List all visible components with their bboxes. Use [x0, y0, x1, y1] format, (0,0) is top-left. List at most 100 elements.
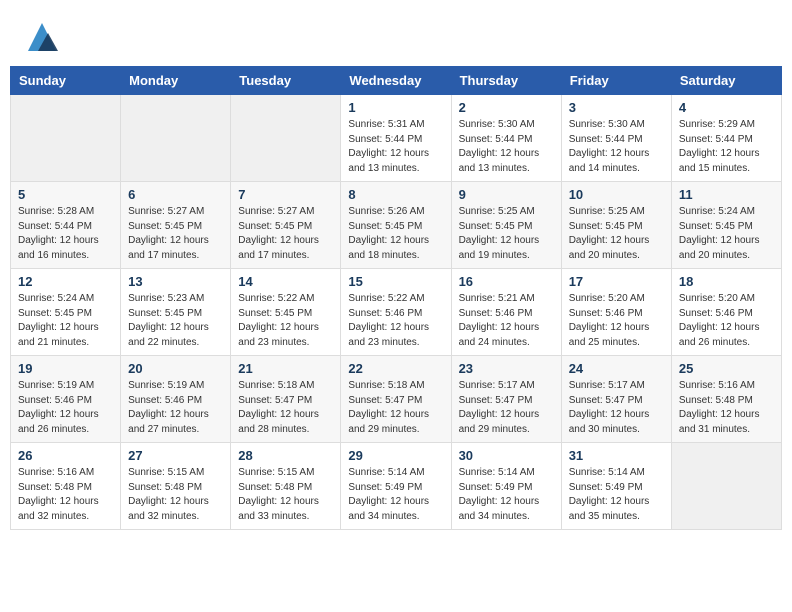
calendar-cell: 30Sunrise: 5:14 AM Sunset: 5:49 PM Dayli…	[451, 443, 561, 530]
calendar-cell: 19 Sunrise: 5:19 AM Sunset: 5:46 PM Dayli…	[11, 356, 121, 443]
day-number: 11	[679, 187, 774, 202]
day-number: 8	[348, 187, 443, 202]
day-number: 1	[348, 100, 443, 115]
weekday-header-wednesday: Wednesday	[341, 67, 451, 95]
day-number: 27	[128, 448, 223, 463]
day-info: Sunrise: 5:22 AM Sunset: 5:45 PM Dayligh…	[238, 292, 333, 350]
day-info: Sunrise: 5:15 AM Sunset: 5:48 PM Dayligh…	[128, 466, 223, 524]
logo	[20, 15, 72, 51]
day-info: Sunrise: 5:27 AM Sunset: 5:45 PM Dayligh…	[238, 205, 333, 263]
calendar-cell: 4Sunrise: 5:29 AM Sunset: 5:44 PM Daylig…	[671, 95, 781, 182]
day-info: Sunrise: 5:14 AM Sunset: 5:49 PM Dayligh…	[569, 466, 664, 524]
day-info: Sunrise: 5:17 AM Sunset: 5:47 PM Dayligh…	[569, 379, 664, 437]
logo-icon	[20, 15, 64, 51]
calendar-cell: 27 Sunrise: 5:15 AM Sunset: 5:48 PM Dayli…	[121, 443, 231, 530]
day-number: 4	[679, 100, 774, 115]
calendar-cell	[231, 95, 341, 182]
calendar-cell: 22Sunrise: 5:18 AM Sunset: 5:47 PM Dayli…	[341, 356, 451, 443]
calendar-week-row: 5 Sunrise: 5:28 AM Sunset: 5:44 PM Daylig…	[11, 182, 782, 269]
calendar-cell: 6Sunrise: 5:27 AM Sunset: 5:45 PM Daylig…	[121, 182, 231, 269]
day-info: Sunrise: 5:19 AM Sunset: 5:46 PM Dayligh…	[128, 379, 223, 437]
day-info: Sunrise: 5:26 AM Sunset: 5:45 PM Dayligh…	[348, 205, 443, 263]
day-number: 29	[348, 448, 443, 463]
day-info: Sunrise: 5:21 AM Sunset: 5:46 PM Dayligh…	[459, 292, 554, 350]
calendar-cell: 16 Sunrise: 5:21 AM Sunset: 5:46 PM Dayli…	[451, 269, 561, 356]
day-info: Sunrise: 5:28 AM Sunset: 5:44 PM Dayligh…	[18, 205, 113, 263]
calendar-cell: 5 Sunrise: 5:28 AM Sunset: 5:44 PM Daylig…	[11, 182, 121, 269]
calendar-cell	[671, 443, 781, 530]
day-number: 16	[459, 274, 554, 289]
day-number: 20	[128, 361, 223, 376]
day-number: 7	[238, 187, 333, 202]
calendar-cell: 8 Sunrise: 5:26 AM Sunset: 5:45 PM Daylig…	[341, 182, 451, 269]
calendar-cell: 20 Sunrise: 5:19 AM Sunset: 5:46 PM Dayli…	[121, 356, 231, 443]
calendar-week-row: 1 Sunrise: 5:31 AM Sunset: 5:44 PM Daylig…	[11, 95, 782, 182]
calendar-week-row: 26 Sunrise: 5:16 AM Sunset: 5:48 PM Dayli…	[11, 443, 782, 530]
day-number: 28	[238, 448, 333, 463]
day-info: Sunrise: 5:20 AM Sunset: 5:46 PM Dayligh…	[679, 292, 774, 350]
calendar-cell: 29 Sunrise: 5:14 AM Sunset: 5:49 PM Dayli…	[341, 443, 451, 530]
day-number: 15	[348, 274, 443, 289]
calendar-cell: 3 Sunrise: 5:30 AM Sunset: 5:44 PM Daylig…	[561, 95, 671, 182]
day-info: Sunrise: 5:19 AM Sunset: 5:46 PM Dayligh…	[18, 379, 113, 437]
calendar-cell: 17 Sunrise: 5:20 AM Sunset: 5:46 PM Dayli…	[561, 269, 671, 356]
day-number: 26	[18, 448, 113, 463]
calendar-cell: 9 Sunrise: 5:25 AM Sunset: 5:45 PM Daylig…	[451, 182, 561, 269]
weekday-header-friday: Friday	[561, 67, 671, 95]
calendar-cell: 24 Sunrise: 5:17 AM Sunset: 5:47 PM Dayli…	[561, 356, 671, 443]
calendar-cell: 12 Sunrise: 5:24 AM Sunset: 5:45 PM Dayli…	[11, 269, 121, 356]
day-info: Sunrise: 5:24 AM Sunset: 5:45 PM Dayligh…	[679, 205, 774, 263]
calendar-cell: 14 Sunrise: 5:22 AM Sunset: 5:45 PM Dayli…	[231, 269, 341, 356]
day-info: Sunrise: 5:14 AM Sunset: 5:49 PM Dayligh…	[348, 466, 443, 524]
day-info: Sunrise: 5:30 AM Sunset: 5:44 PM Dayligh…	[459, 118, 554, 176]
day-info: Sunrise: 5:27 AM Sunset: 5:45 PM Dayligh…	[128, 205, 223, 263]
calendar-cell: 11 Sunrise: 5:24 AM Sunset: 5:45 PM Dayli…	[671, 182, 781, 269]
calendar-cell	[11, 95, 121, 182]
weekday-header-saturday: Saturday	[671, 67, 781, 95]
weekday-header-tuesday: Tuesday	[231, 67, 341, 95]
day-info: Sunrise: 5:25 AM Sunset: 5:45 PM Dayligh…	[569, 205, 664, 263]
day-number: 14	[238, 274, 333, 289]
day-info: Sunrise: 5:15 AM Sunset: 5:48 PM Dayligh…	[238, 466, 333, 524]
day-info: Sunrise: 5:16 AM Sunset: 5:48 PM Dayligh…	[18, 466, 113, 524]
day-number: 22	[348, 361, 443, 376]
day-info: Sunrise: 5:31 AM Sunset: 5:44 PM Dayligh…	[348, 118, 443, 176]
calendar-cell: 13 Sunrise: 5:23 AM Sunset: 5:45 PM Dayli…	[121, 269, 231, 356]
day-number: 3	[569, 100, 664, 115]
day-number: 5	[18, 187, 113, 202]
day-info: Sunrise: 5:30 AM Sunset: 5:44 PM Dayligh…	[569, 118, 664, 176]
calendar-cell: 15Sunrise: 5:22 AM Sunset: 5:46 PM Dayli…	[341, 269, 451, 356]
day-info: Sunrise: 5:17 AM Sunset: 5:47 PM Dayligh…	[459, 379, 554, 437]
calendar-cell: 2 Sunrise: 5:30 AM Sunset: 5:44 PM Daylig…	[451, 95, 561, 182]
day-info: Sunrise: 5:24 AM Sunset: 5:45 PM Dayligh…	[18, 292, 113, 350]
day-info: Sunrise: 5:20 AM Sunset: 5:46 PM Dayligh…	[569, 292, 664, 350]
calendar-cell: 25 Sunrise: 5:16 AM Sunset: 5:48 PM Dayli…	[671, 356, 781, 443]
calendar-cell: 31Sunrise: 5:14 AM Sunset: 5:49 PM Dayli…	[561, 443, 671, 530]
day-info: Sunrise: 5:16 AM Sunset: 5:48 PM Dayligh…	[679, 379, 774, 437]
day-info: Sunrise: 5:23 AM Sunset: 5:45 PM Dayligh…	[128, 292, 223, 350]
day-number: 25	[679, 361, 774, 376]
day-number: 2	[459, 100, 554, 115]
day-number: 24	[569, 361, 664, 376]
weekday-header-monday: Monday	[121, 67, 231, 95]
day-number: 30	[459, 448, 554, 463]
day-number: 17	[569, 274, 664, 289]
calendar-cell: 7 Sunrise: 5:27 AM Sunset: 5:45 PM Daylig…	[231, 182, 341, 269]
calendar-week-row: 12 Sunrise: 5:24 AM Sunset: 5:45 PM Dayli…	[11, 269, 782, 356]
day-number: 19	[18, 361, 113, 376]
calendar-cell: 10 Sunrise: 5:25 AM Sunset: 5:45 PM Dayli…	[561, 182, 671, 269]
day-number: 18	[679, 274, 774, 289]
day-info: Sunrise: 5:25 AM Sunset: 5:45 PM Dayligh…	[459, 205, 554, 263]
day-info: Sunrise: 5:18 AM Sunset: 5:47 PM Dayligh…	[238, 379, 333, 437]
calendar-cell: 28 Sunrise: 5:15 AM Sunset: 5:48 PM Dayli…	[231, 443, 341, 530]
day-number: 21	[238, 361, 333, 376]
day-number: 13	[128, 274, 223, 289]
weekday-header-row: SundayMondayTuesdayWednesdayThursdayFrid…	[11, 67, 782, 95]
calendar-cell: 18 Sunrise: 5:20 AM Sunset: 5:46 PM Dayli…	[671, 269, 781, 356]
calendar-cell: 26 Sunrise: 5:16 AM Sunset: 5:48 PM Dayli…	[11, 443, 121, 530]
day-number: 12	[18, 274, 113, 289]
day-number: 10	[569, 187, 664, 202]
calendar-table: SundayMondayTuesdayWednesdayThursdayFrid…	[10, 66, 782, 530]
calendar-cell: 1 Sunrise: 5:31 AM Sunset: 5:44 PM Daylig…	[341, 95, 451, 182]
day-number: 9	[459, 187, 554, 202]
